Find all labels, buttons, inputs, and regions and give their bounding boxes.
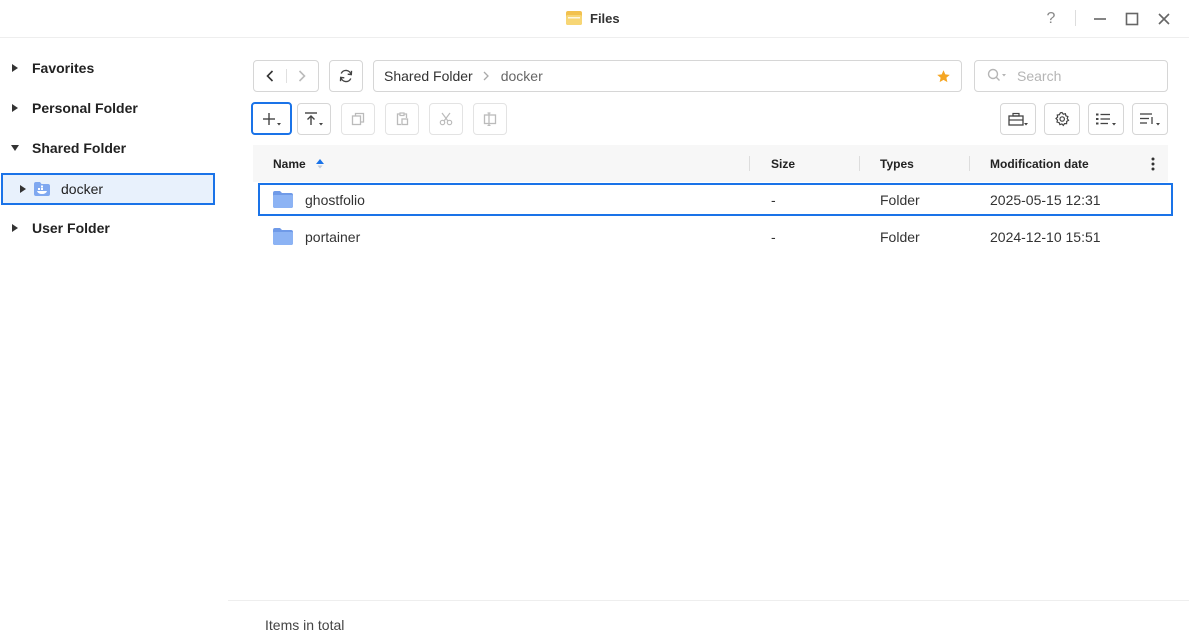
paste-button[interactable] [385,103,419,135]
sidebar-item-user-folder[interactable]: User Folder [0,212,228,244]
refresh-icon [339,69,353,83]
breadcrumb-item-docker[interactable]: docker [501,68,543,84]
back-button[interactable] [254,61,286,91]
column-resize-handle[interactable] [969,156,970,171]
caret-right-icon[interactable] [19,185,27,193]
sidebar-item-favorites[interactable]: Favorites [0,52,228,84]
breadcrumb-item-shared-folder[interactable]: Shared Folder [384,68,473,84]
files-app-icon [566,11,582,25]
items-total-text: Items in total [265,617,345,633]
status-bar: Items in total [228,600,1189,642]
breadcrumb[interactable]: Shared Folder docker [373,60,962,92]
search-icon [987,68,1007,85]
column-header-types[interactable]: Types [880,145,914,182]
search-box[interactable] [974,60,1168,92]
paste-icon [396,112,409,126]
column-header-label: Modification date [990,156,1089,171]
window-title: Files [590,10,620,26]
file-size: - [771,228,776,245]
app-title: Files [566,9,620,27]
column-resize-handle[interactable] [749,156,750,171]
title-bar: Files ? [0,0,1189,38]
column-header-label: Size [771,156,796,171]
sidebar-item-docker[interactable]: docker [1,173,215,205]
rename-button[interactable] [473,103,507,135]
file-name: ghostfolio [305,191,365,208]
settings-button[interactable] [1044,103,1080,135]
breadcrumb-separator-icon [483,71,489,81]
chevron-left-icon [266,70,273,82]
view-list-icon [1096,113,1116,126]
refresh-button[interactable] [329,60,363,92]
toolbox-icon [1008,112,1028,126]
plus-icon [262,112,281,125]
column-header-label: Types [880,156,914,171]
file-name: portainer [305,228,361,245]
help-label: ? [1046,10,1056,27]
file-type: Folder [880,191,920,208]
favorite-star-icon[interactable] [936,69,951,84]
sidebar-item-label: docker [61,181,104,197]
window-controls-divider [1075,10,1076,26]
column-header-label: Name [273,156,306,171]
toolbox-button[interactable] [1000,103,1036,135]
sidebar-item-label: User Folder [32,220,110,236]
more-options-icon[interactable] [1146,145,1160,182]
table-header: Name Size Types Modification date [253,145,1168,182]
upload-icon [305,112,323,126]
help-icon[interactable]: ? [1040,8,1062,30]
sort-ascending-icon [315,158,324,169]
copy-button[interactable] [341,103,375,135]
file-modified: 2024-12-10 15:51 [990,228,1101,245]
close-icon[interactable] [1153,8,1175,30]
forward-button[interactable] [286,61,318,91]
history-nav-group [253,60,319,92]
sidebar-item-personal-folder[interactable]: Personal Folder [0,92,228,124]
caret-right-icon[interactable] [11,224,19,232]
sidebar-item-label: Shared Folder [32,140,127,156]
folder-icon [273,185,293,214]
column-header-modification-date[interactable]: Modification date [990,145,1089,182]
view-mode-button[interactable] [1088,103,1124,135]
column-resize-handle[interactable] [859,156,860,171]
shared-folder-icon [34,182,50,196]
sidebar-item-label: Personal Folder [32,100,138,116]
sidebar-item-label: Favorites [32,60,95,76]
caret-right-icon[interactable] [11,64,19,72]
table-row[interactable]: ghostfolio - Folder 2025-05-15 12:31 [258,183,1173,216]
caret-down-icon[interactable] [11,144,19,152]
sidebar-item-shared-folder[interactable]: Shared Folder [0,132,228,164]
settings-icon [1055,111,1070,127]
search-input[interactable] [1017,68,1147,84]
file-modified: 2025-05-15 12:31 [990,191,1101,208]
file-size: - [771,191,776,208]
chevron-right-icon [299,70,306,82]
caret-right-icon[interactable] [11,104,19,112]
create-button[interactable] [251,102,292,135]
column-header-name[interactable]: Name [273,145,324,182]
sidebar: Favorites Personal Folder Shared Folder … [0,38,228,642]
cut-button[interactable] [429,103,463,135]
cut-icon [439,112,453,126]
minimize-icon[interactable] [1089,8,1111,30]
sort-button[interactable] [1132,103,1168,135]
maximize-icon[interactable] [1121,8,1143,30]
folder-icon [273,220,293,253]
sort-icon [1140,113,1160,126]
rename-icon [483,112,497,126]
copy-icon [351,112,365,126]
table-row[interactable]: portainer - Folder 2024-12-10 15:51 [258,220,1173,253]
file-type: Folder [880,228,920,245]
column-header-size[interactable]: Size [771,145,795,182]
upload-button[interactable] [297,103,331,135]
